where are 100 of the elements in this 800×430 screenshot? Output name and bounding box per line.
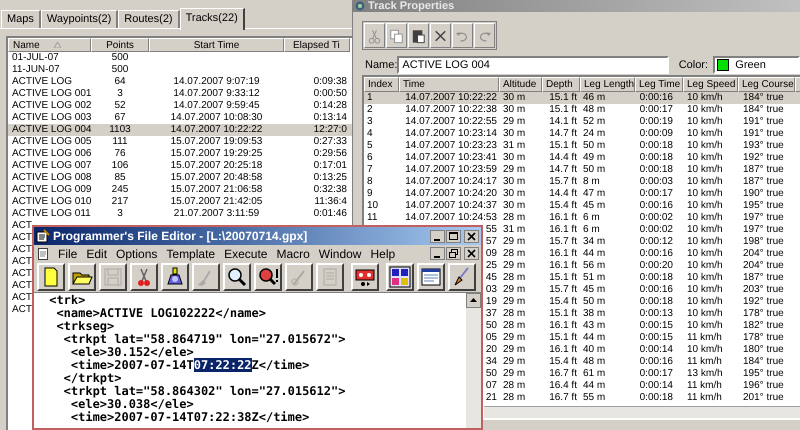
table-cell: 16.1 ft: [549, 260, 577, 271]
name-field[interactable]: ACTIVE LOG 004: [397, 56, 669, 74]
table-cell: 10: [367, 200, 378, 211]
table-cell: 0:00:12: [640, 236, 673, 247]
window-title: Track Properties: [368, 0, 454, 12]
table-cell: 195° true: [743, 200, 784, 211]
table-cell: 14.7 ft: [549, 128, 577, 139]
column-header[interactable]: Index: [364, 77, 399, 92]
table-cell: 3: [117, 208, 123, 219]
table-cell: 14.07.2007 10:23:41: [405, 152, 497, 163]
table-cell: 193° true: [743, 140, 784, 151]
table-cell: 51 m: [583, 272, 606, 283]
column-header[interactable]: Leg Time: [635, 77, 683, 92]
table-cell: 204° true: [743, 260, 784, 271]
tab[interactable]: Waypoints(2): [40, 10, 118, 28]
table-cell: 14.07.2007 10:24:17: [405, 176, 497, 187]
toolbar-button[interactable]: [430, 23, 451, 48]
table-cell: 16.1 ft: [549, 320, 577, 331]
table-cell: 30 m: [503, 128, 526, 139]
sort-arrow-icon: [54, 42, 61, 48]
menu-item[interactable]: File: [58, 244, 78, 262]
toolbar-button[interactable]: [417, 263, 445, 291]
table-cell: 15.1 ft: [549, 272, 577, 283]
table-cell: 16.1 ft: [549, 344, 577, 355]
table-cell: ACT: [12, 232, 32, 243]
code-line: <trk>: [48, 294, 86, 307]
table-cell: 0:09:38: [314, 76, 347, 87]
table-cell: 0:00:16: [640, 284, 673, 295]
table-cell: 500: [112, 64, 128, 75]
table-cell: 0:00:02: [640, 212, 673, 223]
table-cell: 187° true: [743, 164, 784, 175]
table-cell: 4: [367, 128, 373, 139]
toolbar-button[interactable]: [37, 263, 65, 291]
selected-row-highlight[interactable]: ACTIVE LOG 004 1103 14.07.2007 10:22:22 12:27:0: [8, 124, 352, 136]
menu-item[interactable]: Help: [370, 244, 396, 262]
table-cell: 29 m: [503, 260, 526, 271]
column-header[interactable]: Time: [399, 77, 499, 92]
column-header[interactable]: Depth: [542, 77, 580, 92]
table-cell: 29 m: [503, 284, 526, 295]
table-cell: 16.7 ft: [549, 368, 577, 379]
table-cell: ACTIVE LOG 011: [12, 208, 91, 219]
toolbar-button[interactable]: [130, 263, 158, 291]
table-cell: 204° true: [743, 248, 784, 259]
menu-item[interactable]: Edit: [86, 244, 108, 262]
table-cell: 192° true: [743, 152, 784, 163]
column-header[interactable]: Leg Course: [738, 77, 795, 92]
table-cell: ACTIVE LOG 008: [12, 172, 92, 183]
table-cell: 245: [112, 184, 128, 195]
column-header[interactable]: Leg Speed: [683, 77, 738, 92]
toolbar-button[interactable]: [254, 263, 282, 291]
table-cell: 21.07.2007 3:11:59: [174, 208, 260, 219]
column-header[interactable]: Name: [8, 38, 91, 52]
vertical-scrollbar[interactable]: [466, 293, 481, 428]
table-cell: 14.07.2007 10:23:59: [405, 164, 497, 175]
table-cell: 10 km/h: [687, 296, 723, 307]
toolbar-button[interactable]: [386, 263, 414, 291]
table-cell: 15.07.2007 20:25:18: [170, 160, 262, 171]
menu-item[interactable]: Template: [166, 244, 216, 262]
table-cell: 10 km/h: [687, 344, 723, 355]
table-cell: 50: [486, 368, 497, 379]
table-cell: 0:00:14: [640, 344, 673, 355]
table-cell: 10 km/h: [687, 272, 723, 283]
code-line: <ele>30.038</ele>: [70, 398, 195, 411]
horizontal-scrollbar[interactable]: [484, 406, 800, 418]
column-header[interactable]: Leg Length: [580, 77, 635, 92]
table-cell: 191° true: [743, 116, 784, 127]
column-header[interactable]: Altitude: [499, 77, 542, 92]
table-cell: 07: [486, 380, 497, 391]
toolbar-button[interactable]: [408, 23, 429, 48]
color-dropdown[interactable]: Green: [713, 56, 800, 74]
menu-item[interactable]: Macro: [276, 244, 310, 262]
table-cell: 16.7 ft: [549, 392, 577, 403]
table-cell: 178° true: [743, 332, 784, 343]
column-header[interactable]: Start Time: [149, 38, 284, 52]
tab[interactable]: Maps: [1, 10, 41, 28]
column-header[interactable]: Points: [91, 38, 149, 52]
tab[interactable]: Tracks(22): [180, 8, 245, 30]
menu-item[interactable]: Execute: [224, 244, 268, 262]
column-header[interactable]: Elapsed Ti: [284, 38, 350, 52]
menu-item[interactable]: Window: [318, 244, 362, 262]
table-cell: 16.1 ft: [549, 224, 577, 235]
toolbar-button[interactable]: [351, 263, 379, 291]
toolbar-button[interactable]: [68, 263, 96, 291]
table-cell: 14.7 ft: [549, 164, 577, 175]
table-cell: 187° true: [743, 272, 784, 283]
table-cell: 21: [486, 392, 497, 403]
table-cell: 44 m: [583, 248, 606, 259]
table-cell: 10 km/h: [687, 164, 723, 175]
table-cell: 30 m: [503, 176, 526, 187]
selected-row-highlight[interactable]: 1 14.07.2007 10:22:22 30 m 15.1 ft 46 m 0:00:16 10 km/h 184° true: [364, 92, 800, 104]
toolbar-button[interactable]: [161, 263, 189, 291]
menu-item[interactable]: Options: [116, 244, 158, 262]
toolbar-button[interactable]: [223, 263, 251, 291]
table-cell: 500: [112, 52, 128, 63]
toolbar-button[interactable]: [448, 263, 476, 291]
table-cell: 0:00:16: [640, 248, 673, 259]
table-cell: 50: [486, 320, 497, 331]
table-cell: ACTIVE LOG 003: [12, 112, 92, 123]
table-cell: 184° true: [743, 104, 784, 115]
table-cell: 52: [114, 100, 126, 111]
